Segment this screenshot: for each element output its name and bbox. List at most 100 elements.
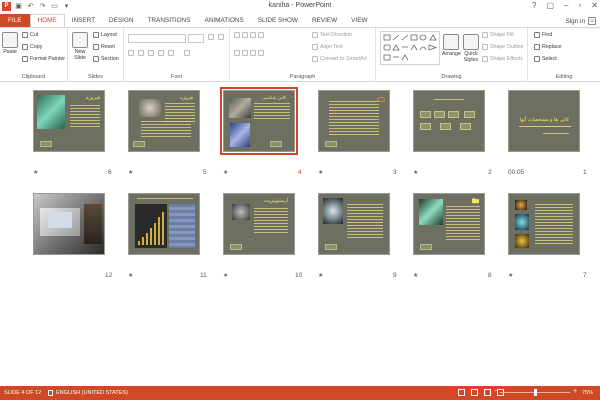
bullets-button[interactable]: [234, 32, 264, 38]
shape-fill-button[interactable]: Shape Fill: [482, 32, 514, 38]
slide-title-mark: ▇▆: [472, 198, 479, 203]
underline-button[interactable]: [148, 50, 154, 56]
find-label: Find: [542, 32, 553, 38]
slide-thumbnail-7[interactable]: [508, 193, 580, 255]
strikethrough-button[interactable]: [168, 50, 174, 56]
grow-font-button[interactable]: [208, 34, 214, 40]
sign-in-link[interactable]: Sign in ☺: [565, 17, 596, 25]
zoom-out-button[interactable]: −: [494, 388, 498, 395]
arrange-button[interactable]: Arrange: [442, 34, 461, 57]
ribbon-display-icon[interactable]: ▢: [546, 1, 554, 10]
help-icon[interactable]: ?: [532, 1, 536, 10]
slide-thumbnail-8[interactable]: ▇▆: [413, 193, 485, 255]
slide-thumbnail-9[interactable]: [318, 193, 390, 255]
font-name-input[interactable]: [128, 34, 186, 43]
tab-animations[interactable]: ANIMATIONS: [198, 14, 251, 27]
scissors-icon: [22, 32, 28, 38]
section-button[interactable]: Section: [93, 56, 119, 62]
nav-button: [230, 244, 242, 250]
shapes-gallery[interactable]: [380, 31, 440, 65]
editing-label: Editing: [555, 74, 573, 80]
slide-thumbnail-10[interactable]: آرسنوپیریت: [223, 193, 295, 255]
reading-view-icon[interactable]: [484, 389, 491, 396]
body-text: [535, 204, 573, 244]
text-direction-button[interactable]: Text Direction: [312, 32, 352, 38]
slide-title: کانی شناسی: [262, 95, 286, 100]
zoom-slider-knob[interactable]: [533, 389, 537, 396]
slide-thumbnail-3[interactable]: [318, 90, 390, 152]
sign-in-label: Sign in: [565, 17, 585, 25]
animation-star-7: ★: [508, 273, 514, 279]
minimize-icon[interactable]: –: [564, 1, 568, 10]
slide-sorter-view-icon[interactable]: [471, 389, 478, 396]
font-color-icon: [184, 50, 190, 56]
normal-view-icon[interactable]: [458, 389, 465, 396]
subtitle-text: [543, 133, 569, 136]
shrink-font-button[interactable]: [218, 34, 224, 40]
body-text: [165, 103, 195, 123]
drawing-label: Drawing: [441, 74, 462, 80]
shape-outline-button[interactable]: Shape Outline: [482, 44, 524, 50]
animation-star-4: ★: [223, 170, 229, 176]
convert-smartart-button[interactable]: Convert to SmartArt: [312, 56, 367, 62]
smiley-feedback-icon[interactable]: ☺: [588, 17, 596, 25]
align-text-button[interactable]: Align Text: [312, 44, 343, 50]
align-center-icon: [242, 50, 248, 56]
slide-number-10: 10: [295, 272, 303, 279]
font-size-input[interactable]: [188, 34, 204, 43]
slide-thumbnail-4[interactable]: کانی شناسی: [220, 87, 298, 155]
align-text-label: Align Text: [320, 44, 343, 50]
tab-view[interactable]: VIEW: [344, 14, 374, 27]
slide-thumbnail-2[interactable]: [413, 90, 485, 152]
tab-transitions[interactable]: TRANSITIONS: [141, 14, 198, 27]
reset-button[interactable]: Reset: [93, 44, 115, 50]
select-icon: [534, 56, 540, 62]
slide-counter: SLIDE 4 OF 12: [4, 390, 42, 396]
italic-button[interactable]: [138, 50, 144, 56]
close-icon[interactable]: ✕: [591, 1, 598, 10]
maximize-icon[interactable]: ▫: [578, 1, 581, 10]
replace-button[interactable]: Replace: [534, 44, 561, 50]
format-painter-label: Format Painter: [30, 56, 66, 62]
bold-button[interactable]: [128, 50, 134, 56]
slide-number-2: 2: [488, 169, 492, 176]
slide-thumbnail-12[interactable]: [33, 193, 105, 255]
paragraph-label: Paragraph: [289, 74, 316, 80]
tab-home[interactable]: HOME: [29, 14, 65, 27]
language-indicator[interactable]: ENGLISH (UNITED STATES): [56, 390, 128, 396]
zoom-level[interactable]: 75%: [582, 390, 593, 396]
cut-button[interactable]: Cut: [22, 32, 38, 38]
diagram-box: [420, 111, 431, 118]
layout-button[interactable]: Layout: [93, 32, 117, 38]
tab-file[interactable]: FILE: [0, 14, 30, 27]
tab-review[interactable]: REVIEW: [305, 14, 344, 27]
slide-thumbnail-6[interactable]: فیروزه: [33, 90, 105, 152]
slide-thumbnail-1[interactable]: کانی ها و مشخصات آنها: [508, 90, 580, 152]
select-button[interactable]: Select: [534, 56, 557, 62]
find-button[interactable]: Find: [534, 32, 552, 38]
quick-styles-button[interactable]: Quick Styles: [462, 34, 480, 63]
copy-button[interactable]: Copy: [22, 44, 42, 50]
tab-insert[interactable]: INSERT: [65, 14, 102, 27]
zoom-in-button[interactable]: +: [573, 388, 577, 395]
align-buttons[interactable]: [234, 50, 264, 56]
slide-thumbnail-5[interactable]: فیروزه: [128, 90, 200, 152]
animation-star-10: ★: [223, 273, 229, 279]
new-slide-button[interactable]: New Slide: [71, 32, 89, 61]
text-direction-label: Text Direction: [320, 32, 353, 38]
tab-slide-show[interactable]: SLIDE SHOW: [251, 14, 305, 27]
slide-thumbnail-11[interactable]: [128, 193, 200, 255]
format-painter-button[interactable]: Format Painter: [22, 56, 65, 62]
window-title: kaniha - PowerPoint: [268, 2, 332, 9]
diagram-box: [420, 123, 431, 130]
cut-label: Cut: [30, 32, 39, 38]
body-text: [70, 105, 100, 127]
paste-button[interactable]: Paste: [2, 32, 18, 55]
powerpoint-window: P ▣ ↶ ↷ ▭ ▾ kaniha - PowerPoint ? ▢ – ▫ …: [0, 0, 600, 400]
spelling-icon[interactable]: [48, 390, 53, 396]
shadow-button[interactable]: [158, 50, 164, 56]
font-color-button[interactable]: [184, 50, 190, 56]
bold-icon: [128, 50, 134, 56]
tab-design[interactable]: DESIGN: [102, 14, 141, 27]
shape-effects-button[interactable]: Shape Effects: [482, 56, 523, 62]
